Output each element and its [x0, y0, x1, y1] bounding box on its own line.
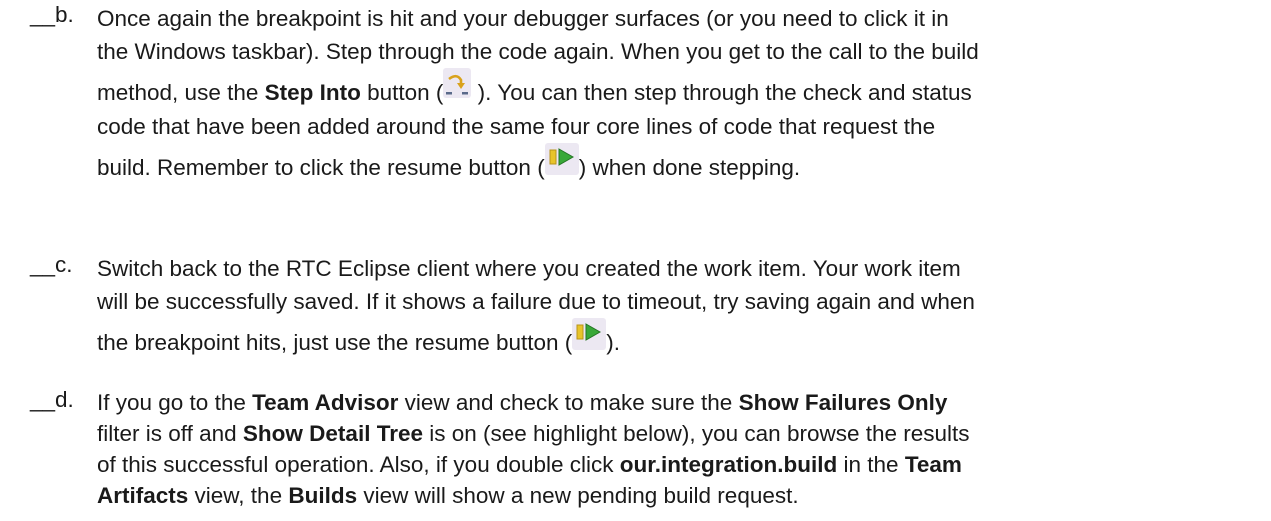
- step-c-line-3: the breakpoint hits, just use the resume…: [97, 318, 1207, 368]
- step-d-label: __d.: [30, 387, 74, 412]
- step-b-text: Once again the breakpoint is hit and you…: [97, 2, 1207, 193]
- step-d-line-4: Artifacts view, the Builds view will sho…: [97, 483, 799, 508]
- step-d-line-3: of this successful operation. Also, if y…: [97, 452, 962, 477]
- resume-icon: [572, 318, 607, 350]
- step-b-line-1: Once again the breakpoint is hit and you…: [97, 6, 949, 31]
- step-into-icon: [443, 68, 472, 98]
- step-c-line-1: Switch back to the RTC Eclipse client wh…: [97, 256, 961, 281]
- resume-icon: [544, 143, 579, 175]
- step-b-line-2: the Windows taskbar). Step through the c…: [97, 39, 979, 64]
- step-b-label: __b.: [30, 2, 74, 27]
- step-c-line-2: will be successfully saved. If it shows …: [97, 289, 975, 314]
- step-b-line-5: build. Remember to click the resume butt…: [97, 143, 1207, 193]
- step-d-line-1: If you go to the Team Advisor view and c…: [97, 390, 948, 415]
- step-d-line-2: filter is off and Show Detail Tree is on…: [97, 421, 970, 446]
- step-d-text: If you go to the Team Advisor view and c…: [97, 387, 1207, 511]
- step-b-line-4: code that have been added around the sam…: [97, 114, 936, 139]
- step-c-label: __c.: [30, 252, 73, 277]
- step-c-text: Switch back to the RTC Eclipse client wh…: [97, 252, 1207, 368]
- step-into-label: Step Into: [264, 80, 361, 105]
